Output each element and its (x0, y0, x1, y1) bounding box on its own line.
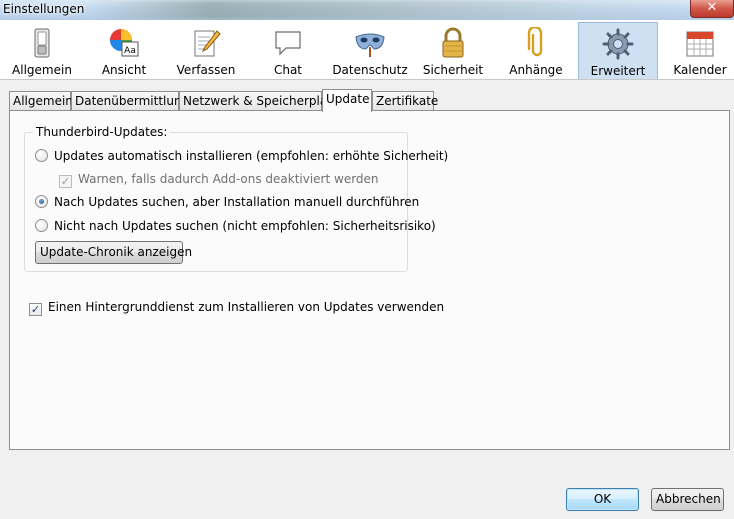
checkbox-warn-addons[interactable]: ✓ Warnen, falls dadurch Add-ons deaktivie… (59, 172, 379, 188)
toolbar-label: Erweitert (590, 64, 646, 78)
toolbar-label: Ansicht (101, 63, 147, 77)
radio-label: Nach Updates suchen, aber Installation m… (54, 195, 420, 209)
thunderbird-updates-group: Thunderbird-Updates: Updates automatisch… (24, 125, 448, 272)
ok-button[interactable]: OK (566, 488, 639, 511)
color-wheel-icon: Aa (110, 29, 139, 57)
toolbar-label: Kalender (673, 63, 727, 77)
toolbar-label: Chat (273, 63, 303, 77)
toolbar-item-chat[interactable]: Chat (248, 22, 328, 79)
speech-bubble-icon (275, 31, 301, 56)
radio-manual-install[interactable]: Nach Updates suchen, aber Installation m… (35, 195, 419, 209)
window-title: Einstellungen (3, 2, 85, 16)
tab-netzwerk-speicherplatz[interactable]: Netzwerk & Speicherplatz (179, 91, 338, 111)
checkbox[interactable]: ✓ (59, 175, 72, 188)
radio-label: Nicht nach Updates suchen (nicht empfohl… (54, 219, 436, 233)
preferences-toolbar: Allgemein Aa Ansicht Verfassen Chat Date… (0, 20, 734, 80)
close-button[interactable]: ✕ (690, 0, 734, 18)
toolbar-item-verfassen[interactable]: Verfassen (166, 22, 246, 79)
toolbar-label: Anhänge (509, 63, 563, 77)
mask-icon (355, 33, 385, 57)
radio-button[interactable] (35, 195, 48, 208)
cancel-button[interactable]: Abbrechen (651, 488, 724, 511)
checkbox[interactable]: ✓ (29, 303, 42, 316)
checkbox-label: Warnen, falls dadurch Add-ons deaktivier… (78, 172, 379, 186)
toolbar-label: Allgemein (12, 63, 72, 77)
toolbar-item-allgemein[interactable]: Allgemein (2, 22, 82, 79)
title-bar: Einstellungen ✕ (0, 0, 734, 20)
radio-label: Updates automatisch installieren (empfoh… (54, 149, 449, 163)
toolbar-item-kalender[interactable]: Kalender (660, 22, 734, 79)
toolbar-label: Verfassen (176, 63, 236, 77)
gear-icon (602, 28, 634, 60)
tab-update[interactable]: Update (322, 89, 372, 112)
switch-icon (34, 28, 50, 58)
checkbox-label: Einen Hintergrunddienst zum Installieren… (48, 300, 445, 314)
toolbar-item-datenschutz[interactable]: Datenschutz (330, 22, 410, 79)
svg-text:Aa: Aa (124, 46, 136, 56)
update-panel: Thunderbird-Updates: Updates automatisch… (9, 110, 730, 450)
update-history-button[interactable]: Update-Chronik anzeigen (35, 241, 192, 264)
radio-no-updates[interactable]: Nicht nach Updates suchen (nicht empfohl… (35, 219, 436, 233)
paperclip-icon (527, 27, 543, 57)
toolbar-label: Datenschutz (332, 63, 408, 77)
radio-button[interactable] (35, 219, 48, 232)
tab-allgemein[interactable]: Allgemein (9, 91, 73, 111)
checkbox-background-service[interactable]: ✓ Einen Hintergrunddienst zum Installiere… (29, 300, 444, 316)
tab-zertifikate[interactable]: Zertifikate (372, 91, 438, 111)
tab-datenuebermittlung[interactable]: Datenübermittlung (71, 91, 189, 111)
title-bar-background (90, 0, 690, 20)
toolbar-item-erweitert[interactable]: Erweitert (578, 22, 658, 79)
toolbar-item-sicherheit[interactable]: Sicherheit (413, 22, 493, 79)
radio-button[interactable] (35, 149, 48, 162)
toolbar-item-ansicht[interactable]: Aa Ansicht (84, 22, 164, 79)
radio-auto-install[interactable]: Updates automatisch installieren (empfoh… (35, 149, 448, 163)
calendar-icon (686, 31, 714, 57)
group-title: Thunderbird-Updates: (33, 125, 171, 139)
padlock-icon (442, 27, 464, 58)
toolbar-item-anhaenge[interactable]: Anhänge (496, 22, 576, 79)
toolbar-label: Sicherheit (422, 63, 484, 77)
notepad-pencil-icon (194, 30, 221, 57)
